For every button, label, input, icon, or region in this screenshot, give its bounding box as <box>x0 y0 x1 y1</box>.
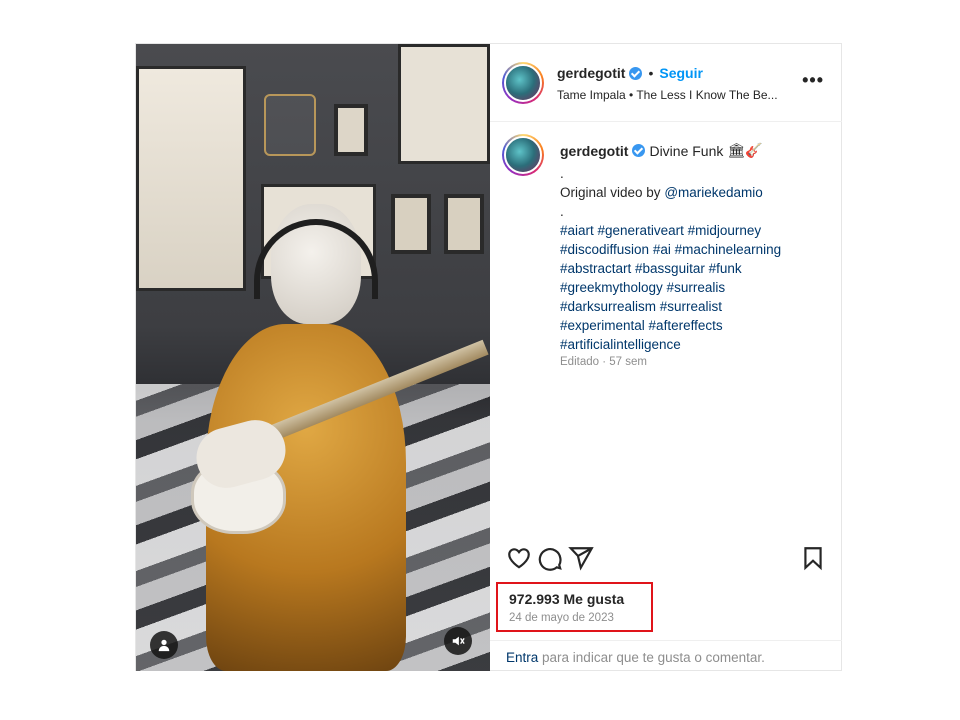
instagram-post: gerdegotit • Seguir Tame Impala • The Le… <box>135 43 842 671</box>
wall-frame <box>391 194 431 254</box>
hashtag-line[interactable]: #darksurrealism #surrealist <box>560 297 830 316</box>
avatar[interactable] <box>502 134 544 176</box>
likes-highlight-box: 972.993 Me gusta 24 de mayo de 2023 <box>496 582 653 632</box>
tagged-users-button[interactable] <box>150 631 178 659</box>
credit-prefix: Original video by <box>560 185 665 200</box>
caption-credit: Original video by @mariekedamio <box>560 183 830 202</box>
comment-button[interactable] <box>537 545 563 571</box>
bookmark-icon <box>804 547 822 571</box>
login-link[interactable]: Entra <box>506 650 538 665</box>
wall-relief <box>136 66 246 291</box>
hashtag-line[interactable]: #abstractart #bassguitar #funk <box>560 259 830 278</box>
audio-track-link[interactable]: Tame Impala • The Less I Know The Be... <box>557 88 778 102</box>
caption-dot: . <box>560 166 564 181</box>
mute-icon <box>452 636 465 646</box>
hashtag-line[interactable]: #artificialintelligence <box>560 335 830 354</box>
header-username-row: gerdegotit • Seguir <box>557 65 703 81</box>
wall-frame <box>334 104 368 156</box>
hexagon-mirror <box>264 94 316 156</box>
post-header: gerdegotit • Seguir Tame Impala • The Le… <box>490 44 842 122</box>
comment-bar: Entra para indicar que te gusta o coment… <box>490 640 842 671</box>
verified-badge-icon <box>629 66 643 80</box>
hashtag-line[interactable]: #greekmythology #surrealis <box>560 278 830 297</box>
caption-meta: Editado · 57 sem <box>560 356 647 368</box>
caption-first-line: gerdegotit Divine Funk 🏛🎸 <box>560 142 763 159</box>
hashtag-line[interactable]: #discodiffusion #ai #machinelearning <box>560 240 830 259</box>
save-button[interactable] <box>800 545 826 571</box>
user-icon <box>158 639 170 652</box>
verified-badge-icon <box>632 144 646 157</box>
post-sidebar: gerdegotit • Seguir Tame Impala • The Le… <box>490 44 842 671</box>
share-button[interactable] <box>568 545 594 571</box>
login-prompt-text: para indicar que te gusta o comentar. <box>538 650 765 665</box>
header-username[interactable]: gerdegotit <box>557 65 625 81</box>
post-date[interactable]: 24 de mayo de 2023 <box>509 612 614 624</box>
more-options-icon[interactable]: ••• <box>802 70 824 91</box>
post-video[interactable] <box>136 44 490 671</box>
like-button[interactable] <box>506 545 532 571</box>
share-icon <box>568 547 594 571</box>
wall-frame <box>444 194 484 254</box>
hashtag-line[interactable]: #experimental #aftereffects <box>560 316 830 335</box>
caption-body: . Original video by @mariekedamio . #aia… <box>560 164 830 354</box>
heart-icon <box>508 548 530 569</box>
wall-relief <box>398 44 490 164</box>
action-bar <box>490 542 842 576</box>
likes-count[interactable]: 972.993 Me gusta <box>509 591 624 607</box>
caption-username[interactable]: gerdegotit <box>560 143 628 159</box>
comment-icon <box>538 548 562 571</box>
login-prompt: Entra para indicar que te gusta o coment… <box>506 650 765 665</box>
separator: • <box>648 65 654 81</box>
caption-emoji: 🏛🎸 <box>727 142 763 158</box>
avatar[interactable] <box>502 62 544 104</box>
caption-dot: . <box>560 204 564 219</box>
caption-title: Divine Funk <box>649 142 724 159</box>
follow-button[interactable]: Seguir <box>659 65 703 81</box>
mention-link[interactable]: @mariekedamio <box>664 185 763 200</box>
mute-button[interactable] <box>444 627 472 655</box>
hashtag-line[interactable]: #aiart #generativeart #midjourney <box>560 221 830 240</box>
